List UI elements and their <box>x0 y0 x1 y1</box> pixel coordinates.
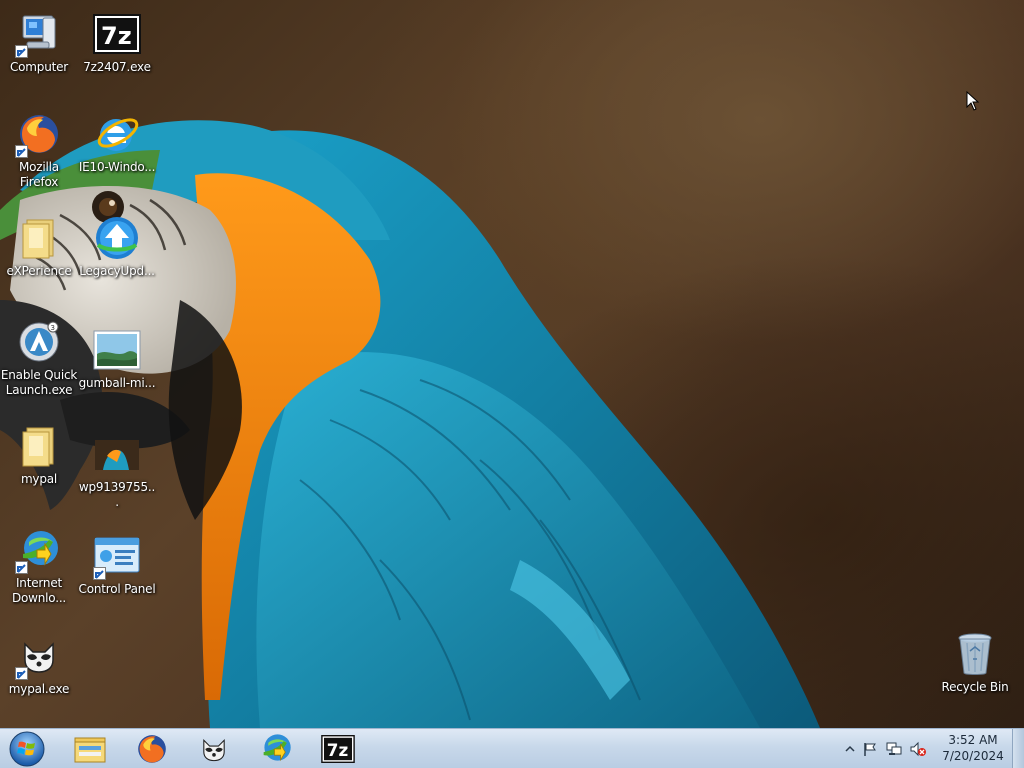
desktop-icon-recycle-bin[interactable]: Recycle Bin <box>936 630 1014 695</box>
raccoon-icon <box>203 738 225 762</box>
folder-icon <box>15 422 63 470</box>
taskbar-mypal-button[interactable] <box>186 731 242 767</box>
start-button[interactable] <box>5 730 49 768</box>
taskbar-7zip-button[interactable]: 7z <box>310 731 366 767</box>
internet-explorer-icon <box>93 110 141 158</box>
desktop-icon-legacyupdate[interactable]: LegacyUpd... <box>78 214 156 279</box>
desktop-icon-label: mypal.exe <box>8 682 70 696</box>
recycle-bin-icon <box>951 630 999 678</box>
desktop-icon-enable-quick-launch[interactable]: 3 Enable Quick Launch.exe <box>0 318 78 398</box>
desktop-icon-label: mypal <box>20 472 58 486</box>
7zip-icon: 7z <box>93 10 141 58</box>
idm-icon <box>15 526 63 574</box>
desktop-icon-label: Enable Quick Launch.exe <box>0 368 78 397</box>
taskbar-clock[interactable]: 3:52 AM 7/20/2024 <box>932 732 1014 766</box>
desktop-icon-label: 7z2407.exe <box>83 60 151 74</box>
windows-orb-icon <box>9 731 45 767</box>
desktop-icon-label: Control Panel <box>78 582 156 596</box>
show-desktop-button[interactable] <box>1012 729 1024 768</box>
desktop-icon-wp9139755[interactable]: wp9139755... <box>78 430 156 510</box>
desktop-icon-label: wp9139755... <box>78 480 156 509</box>
taskbar: 7z 3:52 AM 7/20/2024 <box>0 728 1024 768</box>
desktop-icon-ie10[interactable]: IE10-Windo... <box>78 110 156 175</box>
desktop-icon-label: Computer <box>9 60 69 74</box>
desktop-icon-control-panel[interactable]: Control Panel <box>78 532 156 597</box>
taskbar-explorer-button[interactable] <box>62 731 118 767</box>
firefox-icon <box>138 735 166 763</box>
volume-muted-icon[interactable] <box>906 741 930 757</box>
legacy-update-icon <box>93 214 141 262</box>
clock-time: 3:52 AM <box>948 733 998 747</box>
desktop-icon-computer[interactable]: Computer <box>0 10 78 75</box>
taskbar-idm-button[interactable] <box>248 731 304 767</box>
desktop-icon-label: Internet Downlo... <box>11 576 67 605</box>
computer-icon <box>15 10 63 58</box>
chevron-up-icon[interactable] <box>842 745 858 753</box>
shortcut-arrow-icon <box>15 667 28 680</box>
taskbar-firefox-button[interactable] <box>124 731 180 767</box>
action-center-flag-icon[interactable] <box>858 741 882 757</box>
network-icon[interactable] <box>882 741 906 757</box>
desktop-icon-label: Mozilla Firefox <box>19 160 59 189</box>
desktop-icon-7z2407[interactable]: 7z 7z2407.exe <box>78 10 156 75</box>
desktop-icon-mypal-exe[interactable]: mypal.exe <box>0 632 78 697</box>
desktop-icon-internet-download-manager[interactable]: Internet Downlo... <box>0 526 78 606</box>
desktop-icon-experience[interactable]: eXPerience <box>0 214 78 279</box>
raccoon-icon <box>15 632 63 680</box>
image-file-icon <box>93 326 141 374</box>
folder-icon <box>15 214 63 262</box>
desktop-icon-label: gumball-mi... <box>78 376 156 390</box>
svg-text:3: 3 <box>51 324 55 332</box>
quick-launch-app-icon: 3 <box>15 318 63 366</box>
control-panel-icon <box>93 532 141 580</box>
desktop-icon-label: eXPerience <box>6 264 72 278</box>
7zip-icon: 7z <box>321 735 355 763</box>
shortcut-arrow-icon <box>15 145 28 158</box>
clock-date: 7/20/2024 <box>942 749 1004 763</box>
7zip-glyph: 7z <box>327 740 348 760</box>
desktop-icon-label: Recycle Bin <box>941 680 1009 694</box>
desktop-icon-mypal-folder[interactable]: mypal <box>0 422 78 487</box>
shortcut-arrow-icon <box>15 45 28 58</box>
idm-icon <box>263 734 291 762</box>
desktop-icon-firefox[interactable]: Mozilla Firefox <box>0 110 78 190</box>
mouse-cursor-icon <box>966 91 980 111</box>
shortcut-arrow-icon <box>93 567 106 580</box>
desktop-icon-label: IE10-Windo... <box>78 160 156 174</box>
folder-icon <box>74 737 106 763</box>
desktop-icon-gumball[interactable]: gumball-mi... <box>78 326 156 391</box>
desktop-icon-label: LegacyUpd... <box>79 264 155 278</box>
firefox-icon <box>15 110 63 158</box>
system-tray <box>842 729 930 768</box>
shortcut-arrow-icon <box>15 561 28 574</box>
image-file-icon <box>93 430 141 478</box>
7zip-glyph: 7z <box>101 22 132 50</box>
